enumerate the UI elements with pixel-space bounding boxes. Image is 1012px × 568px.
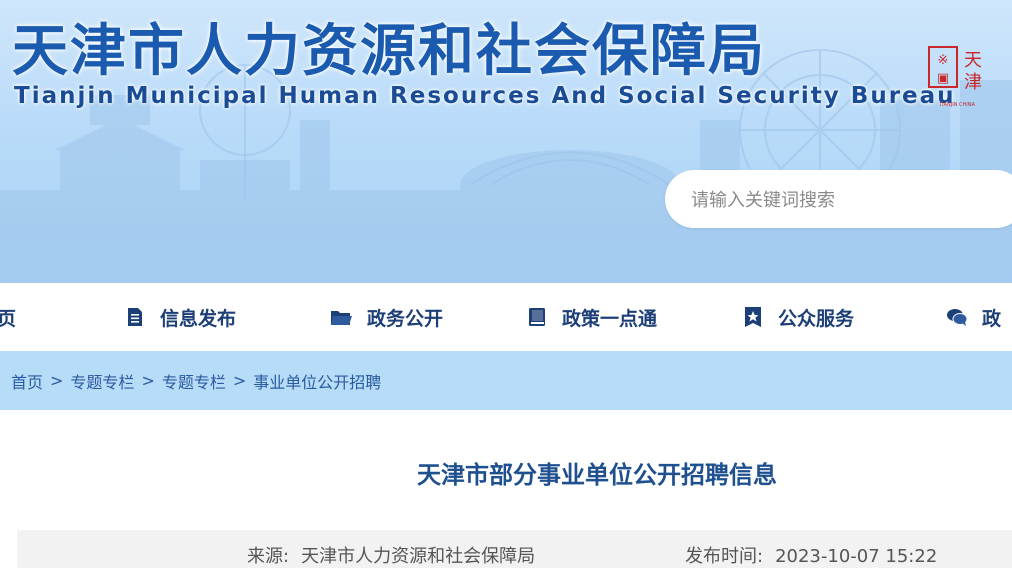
- nav-item-policy[interactable]: 政策一点通: [526, 283, 657, 351]
- nav-item-label: 信息发布: [160, 307, 237, 330]
- nav-item-label: 页: [0, 307, 17, 330]
- breadcrumb-separator: >: [232, 371, 247, 390]
- nav-item-public-service[interactable]: 公众服务: [742, 283, 854, 351]
- publish-time-label: 发布时间:: [685, 546, 764, 567]
- source-value: 天津市人力资源和社会保障局: [301, 546, 536, 567]
- nav-item-label: 政策一点通: [562, 307, 658, 330]
- svg-text:※: ※: [938, 53, 949, 68]
- article-title: 天津市部分事业单位公开招聘信息: [417, 461, 777, 489]
- breadcrumb-current-link[interactable]: 事业单位公开招聘: [253, 369, 381, 393]
- document-icon: [128, 308, 142, 326]
- breadcrumb: 首页 > 专题专栏 > 专题专栏 > 事业单位公开招聘: [11, 351, 381, 410]
- nav-item-info-release[interactable]: 信息发布: [124, 283, 236, 351]
- breadcrumb-separator: >: [50, 371, 64, 390]
- source-label: 来源:: [247, 546, 290, 567]
- nav-item-label: 政务公开: [367, 307, 444, 330]
- tianjin-seal-logo: ※ ▣ 天 津 TIANJIN CHINA: [928, 46, 982, 108]
- main-nav: 页 信息发布 政务公开 政策一点通 公众服务 政: [0, 283, 1012, 351]
- breadcrumb-topics-link-2[interactable]: 专题专栏: [162, 369, 226, 393]
- chat-icon: [947, 309, 968, 326]
- publish-time-value: 2023-10-07 15:22: [775, 546, 938, 567]
- breadcrumb-separator: >: [141, 371, 155, 390]
- svg-text:天: 天: [964, 50, 982, 71]
- nav-item-home[interactable]: 页: [0, 283, 16, 351]
- breadcrumb-bar: 首页 > 专题专栏 > 专题专栏 > 事业单位公开招聘: [0, 351, 1012, 410]
- article-publish-time: 发布时间: 2023-10-07 15:22: [685, 542, 937, 568]
- nav-item-label: 政: [982, 307, 1002, 330]
- search-input[interactable]: [689, 170, 993, 230]
- nav-item-interaction[interactable]: 政: [946, 283, 1001, 351]
- breadcrumb-home-link[interactable]: 首页: [11, 369, 43, 393]
- search-box[interactable]: [665, 170, 1012, 230]
- svg-text:津: 津: [964, 72, 982, 93]
- article-title-row: 天津市部分事业单位公开招聘信息: [0, 455, 1012, 490]
- book-icon: [529, 308, 545, 326]
- nav-item-label: 公众服务: [778, 307, 855, 330]
- breadcrumb-topics-link[interactable]: 专题专栏: [70, 369, 134, 393]
- svg-text:TIANJIN CHINA: TIANJIN CHINA: [938, 102, 975, 108]
- site-title-english: Tianjin Municipal Human Resources And So…: [14, 83, 956, 109]
- site-title: 天津市人力资源和社会保障局: [12, 19, 766, 84]
- folder-icon: [331, 311, 352, 325]
- svg-text:▣: ▣: [937, 71, 949, 86]
- article-source: 来源: 天津市人力资源和社会保障局: [247, 542, 535, 568]
- star-badge-icon: [745, 307, 761, 327]
- nav-item-gov-affairs[interactable]: 政务公开: [329, 283, 443, 351]
- article-meta-bar: 来源: 天津市人力资源和社会保障局 发布时间: 2023-10-07 15:22: [17, 530, 1012, 568]
- header-banner: 天津市人力资源和社会保障局 Tianjin Municipal Human Re…: [0, 0, 1012, 283]
